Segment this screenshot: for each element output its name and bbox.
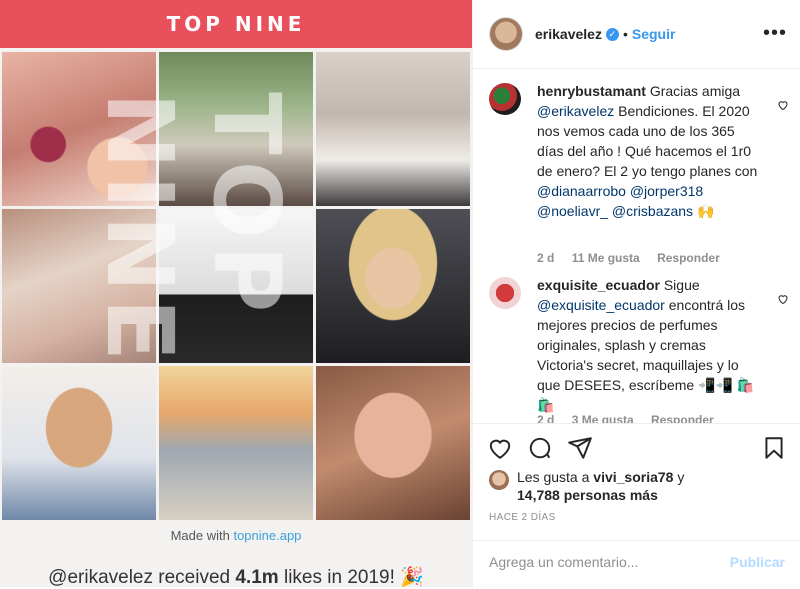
follow-button[interactable]: Seguir	[632, 26, 676, 42]
likes-prefix: Les gusta a	[517, 469, 594, 485]
likes-received-line: @erikavelez received 4.1m likes in 2019!…	[0, 565, 472, 587]
likes-middle: y	[673, 469, 685, 485]
grid-photo-5	[159, 209, 313, 363]
header-separator: •	[622, 26, 628, 42]
likes-summary: Les gusta a vivi_soria78 y 14,788 person…	[489, 468, 684, 504]
author-username[interactable]: erikavelez	[535, 26, 602, 42]
likes-text: Les gusta a vivi_soria78 y 14,788 person…	[517, 468, 684, 504]
mention-link[interactable]: @erikavelez	[537, 103, 614, 119]
comment-text: 🙌	[693, 203, 715, 219]
liker-avatar[interactable]	[489, 470, 509, 490]
comment-meta: 2 d 11 Me gusta Responder	[537, 251, 734, 265]
mention-link[interactable]: @exquisite_ecuador	[537, 297, 665, 313]
comment-input[interactable]	[487, 553, 721, 571]
grid-photo-3	[316, 52, 470, 206]
post-image[interactable]: TOP NINE TOP NINE Made with topnine.app …	[0, 0, 472, 587]
grid-photo-2	[159, 52, 313, 206]
commenter-username[interactable]: henrybustamant	[537, 83, 646, 99]
comment-body: exquisite_ecuador Sigue @exquisite_ecuad…	[537, 275, 763, 415]
post-timestamp[interactable]: HACE 2 DÍAS	[489, 512, 556, 523]
share-icon[interactable]	[567, 435, 593, 461]
more-options-icon[interactable]: •••	[763, 22, 787, 45]
topnine-link[interactable]: topnine.app	[233, 528, 301, 543]
grid-photo-8	[159, 366, 313, 520]
post-actions: Les gusta a vivi_soria78 y 14,788 person…	[473, 423, 800, 588]
comment-time: 2 d	[537, 413, 555, 423]
grid-photo-9	[316, 366, 470, 520]
grid-photo-4	[2, 209, 156, 363]
top-nine-banner: TOP NINE	[0, 0, 472, 48]
author-avatar[interactable]	[489, 17, 523, 51]
reply-button[interactable]: Responder	[657, 251, 720, 265]
comment-likes[interactable]: 3 Me gusta	[572, 413, 634, 423]
comment-body: henrybustamant Gracias amiga @erikavelez…	[537, 81, 763, 221]
commenter-avatar[interactable]	[489, 277, 521, 309]
mention-link[interactable]: @noeliavr_	[537, 203, 608, 219]
grid-photo-6	[316, 209, 470, 363]
commenter-avatar[interactable]	[489, 83, 521, 115]
likes-count[interactable]: 14,788 personas más	[517, 487, 658, 503]
likes-line-user: @erikavelez received	[48, 567, 236, 587]
comment-icon[interactable]	[527, 435, 553, 461]
photo-grid	[2, 52, 470, 520]
verified-badge-icon: ✓	[605, 27, 619, 41]
likes-line-count: 4.1m	[235, 567, 279, 587]
comment-meta: 2 d 3 Me gusta Responder	[537, 413, 728, 423]
post-header: erikavelez ✓ • Seguir •••	[473, 0, 800, 69]
reply-button[interactable]: Responder	[651, 413, 714, 423]
likes-line-suffix: likes in 2019! 🎉	[278, 567, 424, 587]
publish-button[interactable]: Publicar	[730, 554, 785, 570]
comment-text: Sigue	[663, 277, 700, 293]
bookmark-icon[interactable]	[761, 435, 787, 461]
heart-icon[interactable]	[487, 435, 513, 461]
comment-text: encontrá los mejores precios de perfumes…	[537, 297, 755, 413]
comment-text: Gracias amiga	[649, 83, 741, 99]
mention-link[interactable]: @dianaarrobo	[537, 183, 626, 199]
grid-photo-1	[2, 52, 156, 206]
add-comment-bar: Publicar	[473, 540, 800, 589]
liker-username[interactable]: vivi_soria78	[593, 469, 673, 485]
comment-time: 2 d	[537, 251, 555, 265]
comment-like-heart-icon[interactable]	[777, 293, 789, 305]
post-info-panel: erikavelez ✓ • Seguir ••• henrybustamant…	[472, 0, 800, 587]
comment-likes[interactable]: 11 Me gusta	[572, 251, 640, 265]
made-with-caption: Made with topnine.app	[0, 528, 472, 543]
made-with-prefix: Made with	[170, 528, 234, 543]
grid-photo-7	[2, 366, 156, 520]
banner-title: TOP NINE	[166, 12, 306, 36]
comment-like-heart-icon[interactable]	[777, 99, 789, 111]
commenter-username[interactable]: exquisite_ecuador	[537, 277, 660, 293]
comments-list[interactable]: henrybustamant Gracias amiga @erikavelez…	[473, 69, 800, 423]
mention-link[interactable]: @crisbazans	[612, 203, 693, 219]
mention-link[interactable]: @jorper318	[630, 183, 703, 199]
